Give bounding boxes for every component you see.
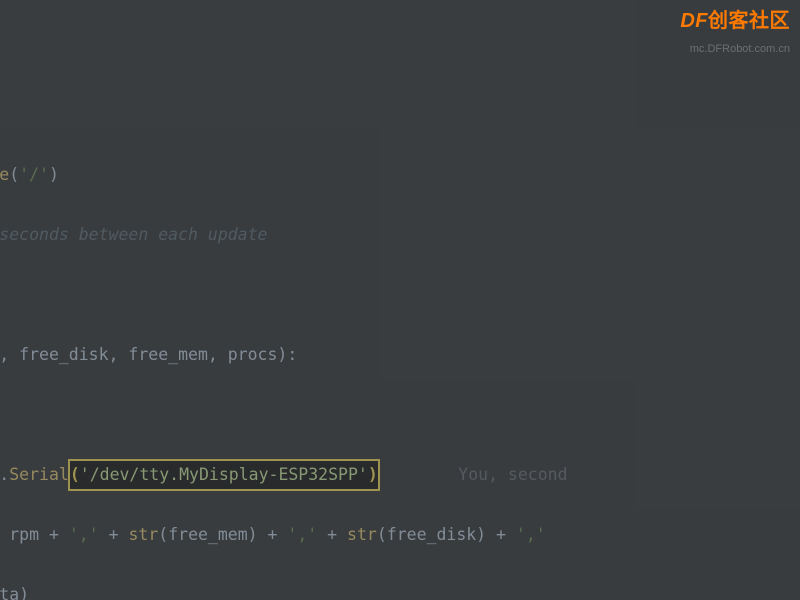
watermark: DF创客社区 mc.DFRobot.com.cn [680,6,790,64]
watermark-cn: 创客社区 [708,10,790,32]
watermark-line1: DF创客社区 [680,6,790,36]
code-line: number of seconds between each update [0,220,568,250]
watermark-url: mc.DFRobot.com.cn [680,34,790,64]
code-line: o, rpm, gpu, free_disk, free_mem, procs)… [0,340,568,370]
code-line: l.disk_usage('/') [0,160,568,190]
code-editor[interactable]: l.disk_usage('/') number of seconds betw… [0,130,568,600]
highlight-selection: ('/dev/tty.MyDisplay-ESP32SPP') [69,460,379,490]
watermark-df: DF [680,10,708,32]
code-line: emp + ',' + rpm + ',' + str(free_mem) + … [0,520,568,550]
code-line: on.write(data) [0,580,568,600]
code-line: on = serial.Serial('/dev/tty.MyDisplay-E… [0,460,568,490]
